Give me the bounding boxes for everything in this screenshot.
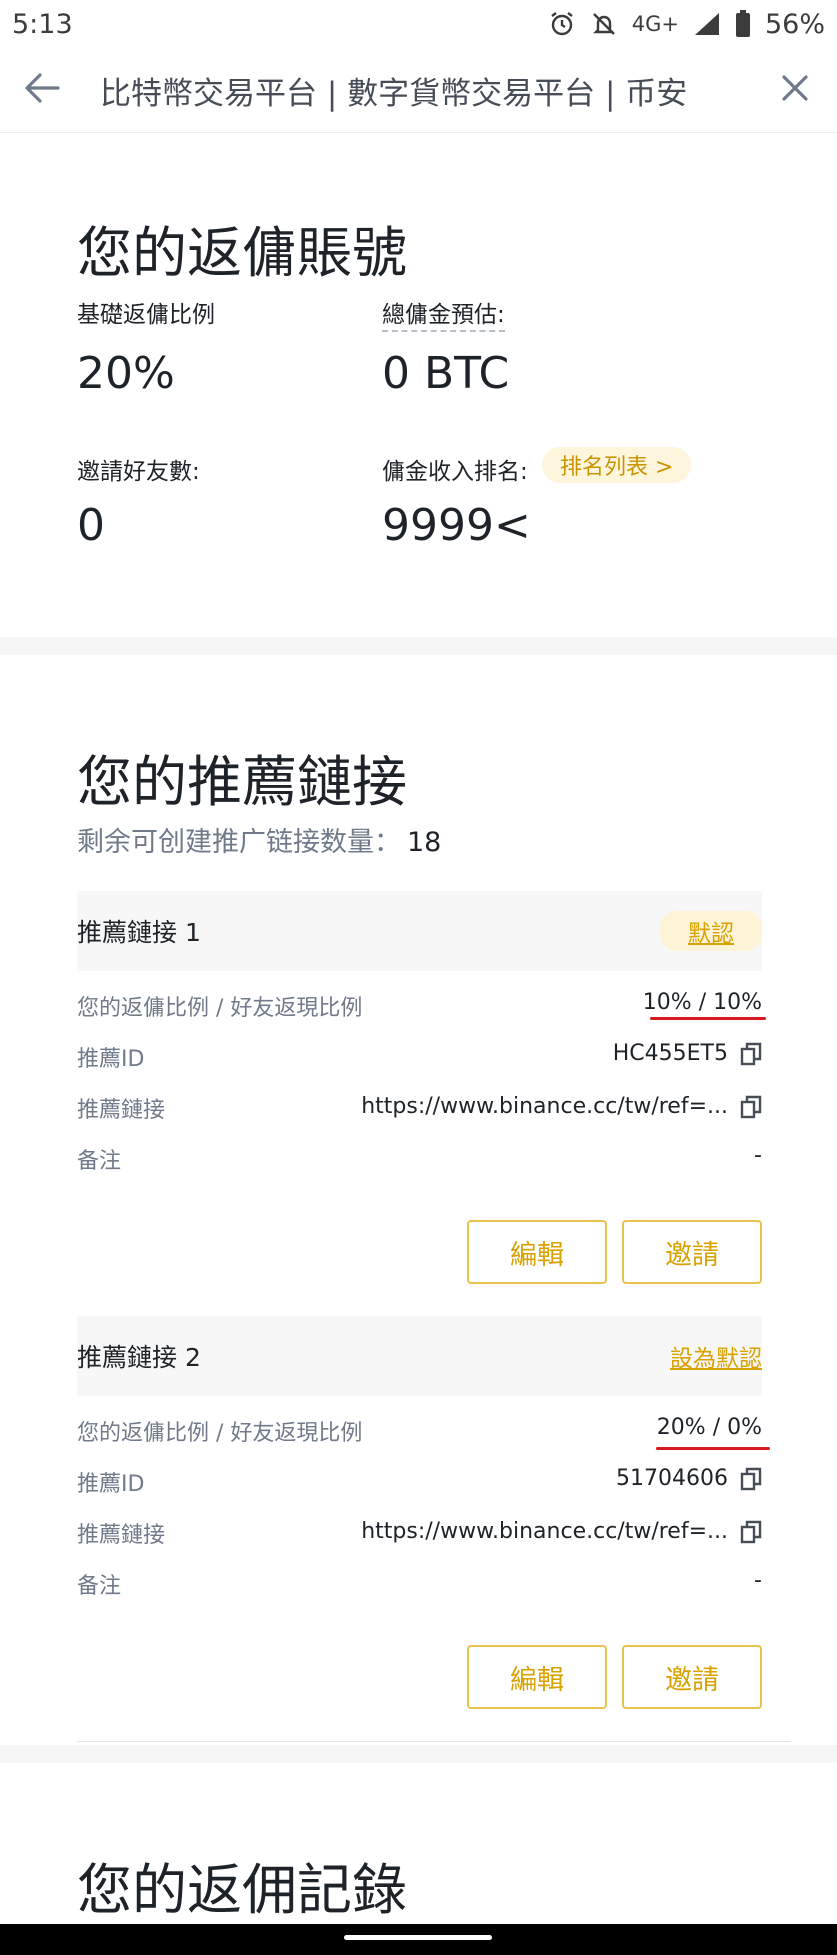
copy-icon[interactable] [740, 1042, 762, 1066]
referral-link-name: 推薦鏈接 2 [77, 1343, 201, 1372]
note-value: - [754, 1143, 762, 1168]
bell-off-icon [590, 10, 618, 38]
copy-icon[interactable] [740, 1095, 762, 1119]
referral-link-text: https://www.binance.cc/tw/ref=... [361, 1094, 728, 1119]
section-divider [0, 1745, 837, 1763]
referral-id-value: HC455ET5 [613, 1041, 762, 1066]
note-label: 备注 [77, 1149, 122, 1174]
referral-link-label: 推薦鏈接 [77, 1098, 166, 1123]
close-button[interactable] [753, 48, 837, 133]
section-separator [77, 1741, 791, 1742]
remaining-label: 剩余可创建推广链接数量： [77, 827, 401, 858]
edit-button[interactable]: 編輯 [467, 1645, 607, 1709]
status-bar: 5:13 4G+ 56% [0, 0, 837, 48]
battery-icon [735, 10, 751, 38]
arrow-left-icon [22, 68, 62, 112]
referral-link-2-header: 推薦鏈接 2 設為默認 [77, 1316, 762, 1396]
ratio-label: 您的返傭比例 / 好友返現比例 [77, 996, 363, 1021]
invited-label: 邀請好友數: [77, 459, 200, 485]
referral-id-label: 推薦ID [77, 1047, 145, 1072]
status-icons: 4G+ 56% [548, 9, 825, 40]
red-underline-annotation [650, 1017, 766, 1020]
invite-button[interactable]: 邀請 [622, 1645, 762, 1709]
ranking-label: 傭金收入排名: [382, 459, 528, 485]
edit-button[interactable]: 編輯 [467, 1220, 607, 1284]
note-value: - [754, 1568, 762, 1593]
page: 5:13 4G+ 56% 比特幣交易平台 | 數字貨幣交易平台 | 币安 您的返… [0, 0, 837, 1955]
ratio-label: 您的返傭比例 / 好友返現比例 [77, 1421, 363, 1446]
referral-id-label: 推薦ID [77, 1472, 145, 1497]
remaining-links: 剩余可创建推广链接数量： 18 [77, 820, 441, 859]
ratio-value-text: 10% / 10% [642, 990, 762, 1015]
referral-link-value: https://www.binance.cc/tw/ref=... [361, 1094, 762, 1119]
section-divider [0, 637, 837, 655]
home-indicator[interactable] [344, 1935, 492, 1940]
estimate-label-wrap: 總傭金預估: [382, 295, 505, 332]
estimate-label[interactable]: 總傭金預估: [382, 302, 505, 332]
browser-topbar: 比特幣交易平台 | 數字貨幣交易平台 | 币安 [0, 48, 837, 133]
ranking-value: 9999< [382, 500, 531, 551]
copy-icon[interactable] [740, 1520, 762, 1544]
ratio-value: 10% / 10% [643, 990, 762, 1015]
set-default-link[interactable]: 設為默認 [670, 1339, 762, 1373]
red-underline-annotation [656, 1447, 770, 1450]
default-badge: 默認 [660, 911, 762, 951]
referral-link-value: https://www.binance.cc/tw/ref=... [361, 1519, 762, 1544]
ratio-value-text: 20% / 0% [656, 1415, 762, 1440]
signal-icon [693, 11, 721, 37]
ranking-list-link[interactable]: 排名列表 > [542, 447, 692, 483]
note-value-text: - [754, 1568, 762, 1593]
note-value-text: - [754, 1143, 762, 1168]
network-type: 4G+ [631, 12, 679, 36]
referral-link-1-header: 推薦鏈接 1 默認 [77, 891, 762, 971]
base-ratio-label: 基礎返傭比例 [77, 302, 215, 328]
ratio-value: 20% / 0% [657, 1415, 762, 1440]
remaining-value: 18 [407, 827, 442, 858]
note-label: 备注 [77, 1574, 122, 1599]
referral-id-value: 51704606 [616, 1466, 762, 1491]
back-button[interactable] [0, 48, 84, 133]
referral-link-label: 推薦鏈接 [77, 1523, 166, 1548]
invited-value: 0 [77, 500, 105, 551]
copy-icon[interactable] [740, 1467, 762, 1491]
alarm-icon [548, 10, 576, 38]
close-icon [780, 73, 810, 107]
referral-links-title: 您的推薦鏈接 [77, 750, 408, 814]
referral-id-text: HC455ET5 [612, 1041, 728, 1066]
status-time: 5:13 [12, 8, 73, 40]
referral-id-text: 51704606 [616, 1466, 728, 1491]
estimate-value: 0 BTC [382, 348, 510, 399]
rebate-account-title: 您的返傭賬號 [77, 221, 408, 285]
referral-link-text: https://www.binance.cc/tw/ref=... [361, 1519, 728, 1544]
battery-level: 56% [764, 8, 825, 40]
invite-button[interactable]: 邀請 [622, 1220, 762, 1284]
rebate-records-title: 您的返佣記錄 [77, 1858, 408, 1922]
referral-link-name: 推薦鏈接 1 [77, 918, 201, 947]
base-ratio-value: 20% [77, 348, 175, 399]
page-title: 比特幣交易平台 | 數字貨幣交易平台 | 币安 [100, 75, 688, 112]
